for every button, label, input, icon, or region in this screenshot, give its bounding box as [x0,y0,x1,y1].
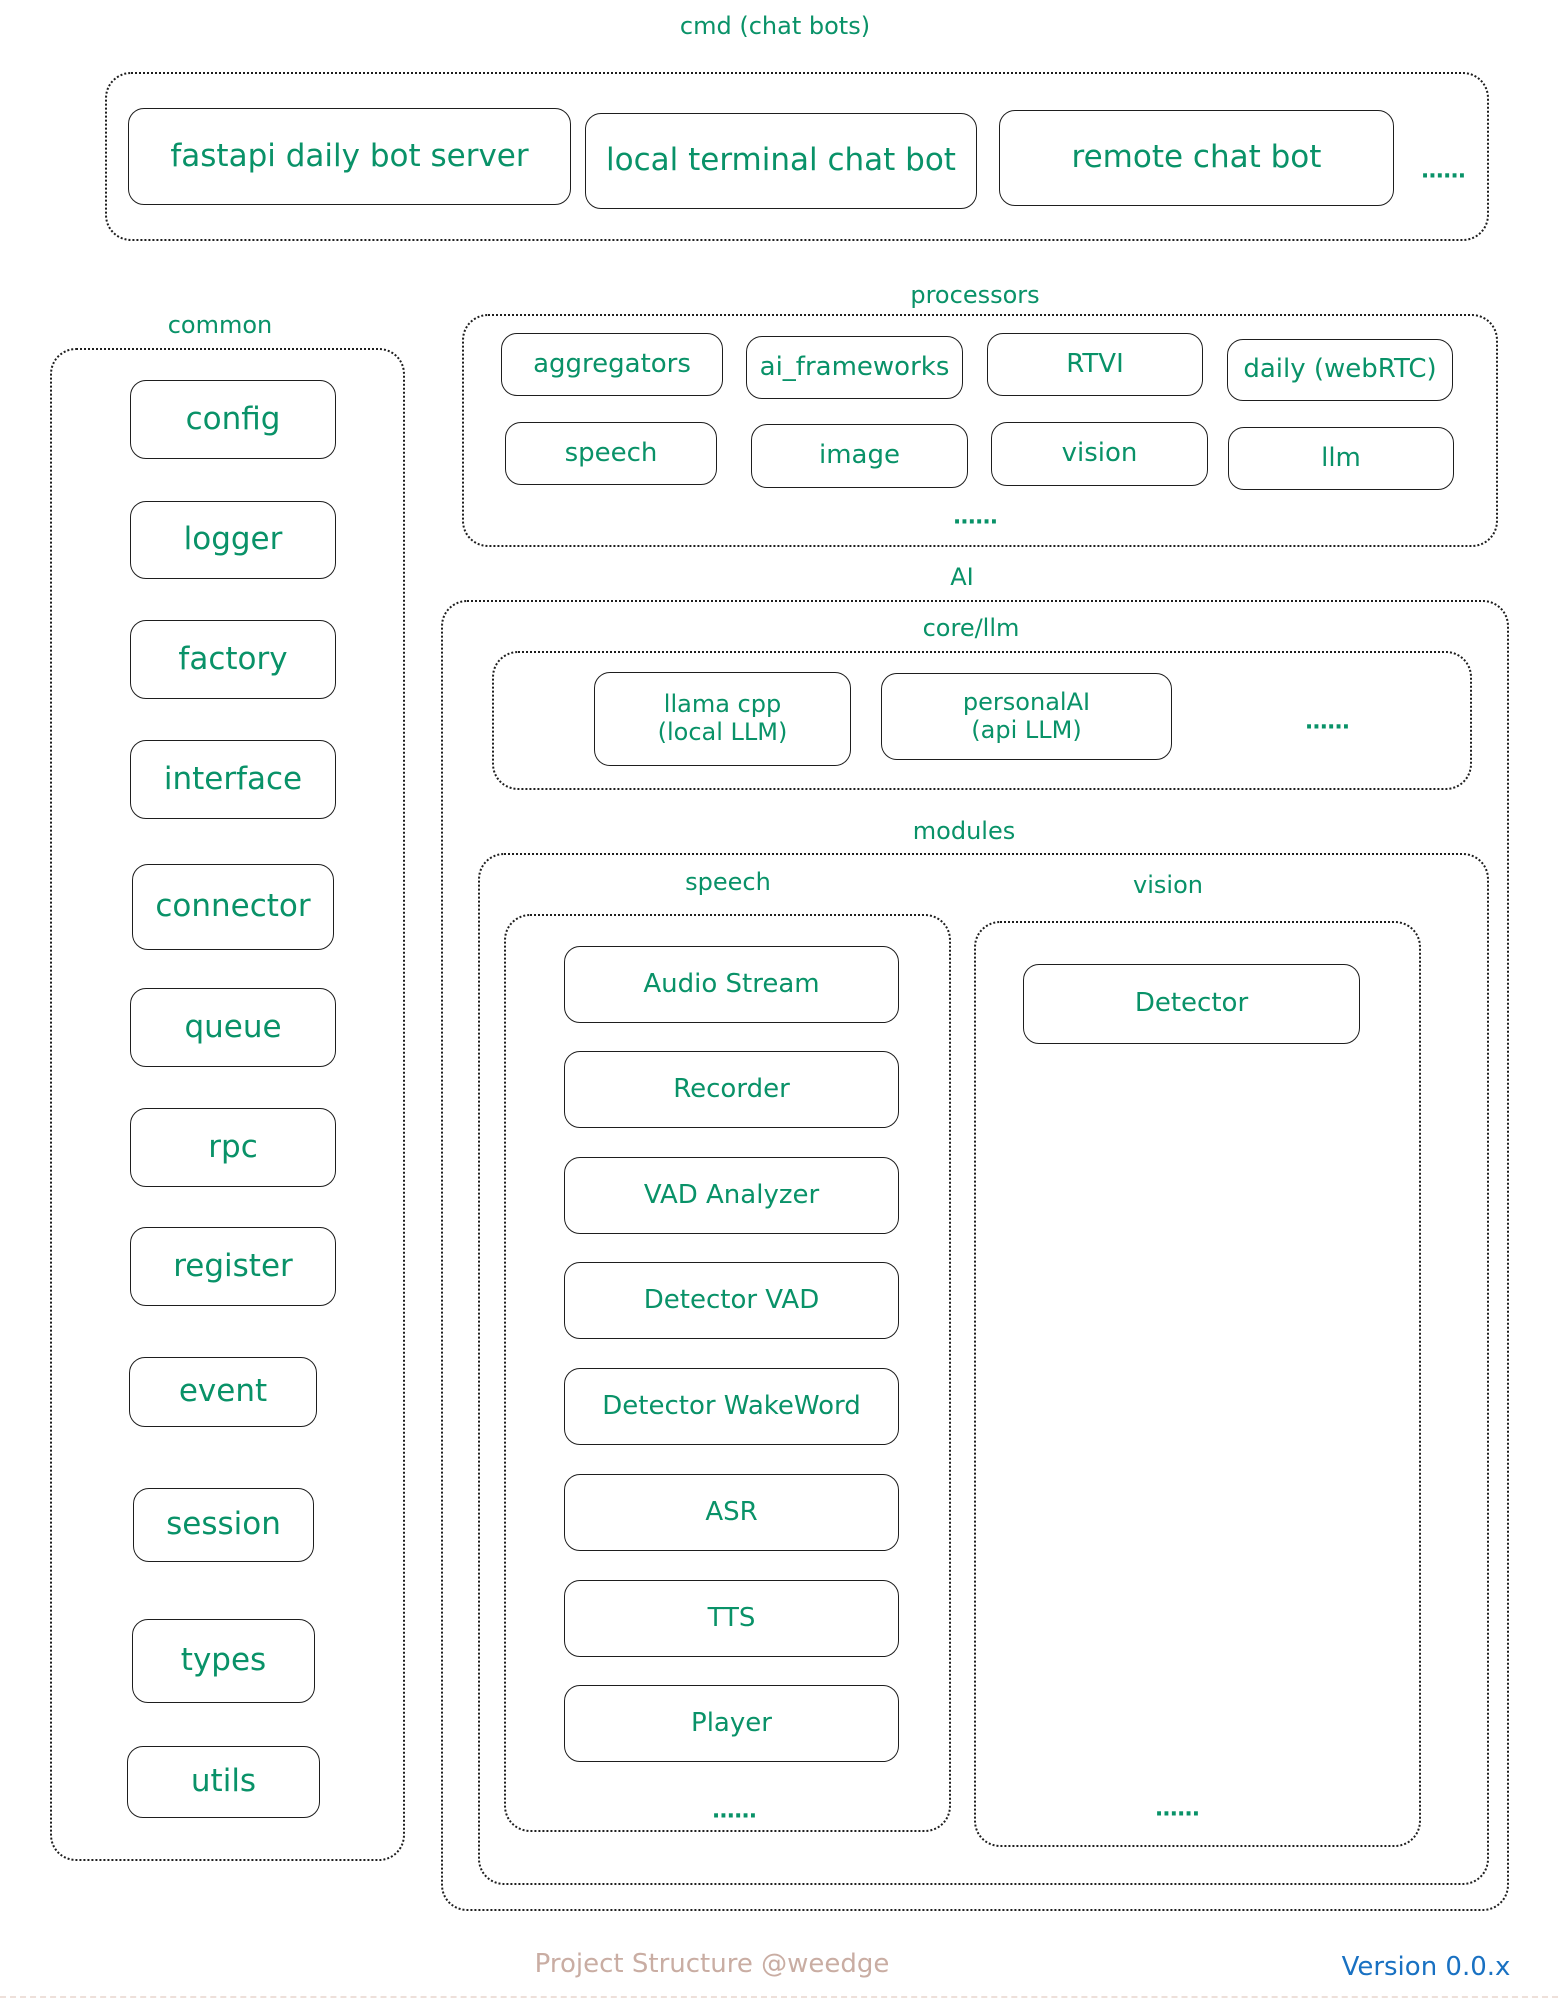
speech-module-item-player[interactable]: Player [564,1685,899,1762]
speech-module-item-detector-vad[interactable]: Detector VAD [564,1262,899,1339]
ai-section-title: AI [950,563,974,591]
footer-credit: Project Structure @weedge [534,1949,890,1979]
processor-item-daily-webrtc[interactable]: daily (webRTC) [1227,339,1453,401]
speech-module-item-audio-stream[interactable]: Audio Stream [564,946,899,1023]
cmd-more-ellipsis: ...... [1420,158,1466,184]
cmd-item-local-terminal-chat-bot[interactable]: local terminal chat bot [585,113,977,209]
common-item-register[interactable]: register [130,1227,336,1306]
core-llm-item-personalai[interactable]: personalAI (api LLM) [881,673,1172,760]
cmd-item-remote-chat-bot[interactable]: remote chat bot [999,110,1394,206]
speech-module-item-tts[interactable]: TTS [564,1580,899,1657]
speech-module-title: speech [685,868,771,896]
speech-module-more-ellipsis: ...... [711,1798,757,1824]
processors-section-title: processors [910,281,1040,309]
common-item-interface[interactable]: interface [130,740,336,819]
speech-module-item-detector-wakeword[interactable]: Detector WakeWord [564,1368,899,1445]
processor-item-image[interactable]: image [751,424,968,488]
core-llm-item-llama-cpp[interactable]: llama cpp (local LLM) [594,672,851,766]
core-llm-title: core/llm [922,614,1020,642]
cmd-item-fastapi-daily-bot-server[interactable]: fastapi daily bot server [128,108,571,205]
speech-module-item-recorder[interactable]: Recorder [564,1051,899,1128]
cmd-section-title: cmd (chat bots) [679,12,871,40]
modules-title: modules [912,817,1016,845]
speech-module-item-vad-analyzer[interactable]: VAD Analyzer [564,1157,899,1234]
footer-version: Version 0.0.x [1341,1952,1511,1982]
speech-module-item-asr[interactable]: ASR [564,1474,899,1551]
core-llm-more-ellipsis: ...... [1304,709,1350,735]
common-item-queue[interactable]: queue [130,988,336,1067]
processor-item-ai-frameworks[interactable]: ai_frameworks [746,336,963,399]
common-item-utils[interactable]: utils [127,1746,320,1818]
vision-module-container [974,921,1421,1847]
common-item-config[interactable]: config [130,380,336,459]
processor-item-llm[interactable]: llm [1228,427,1454,490]
common-item-factory[interactable]: factory [130,620,336,699]
processor-item-rtvi[interactable]: RTVI [987,333,1203,396]
vision-module-more-ellipsis: ...... [1154,1796,1200,1822]
common-item-types[interactable]: types [132,1619,315,1703]
vision-module-item-detector[interactable]: Detector [1023,964,1360,1044]
common-item-rpc[interactable]: rpc [130,1108,336,1187]
project-structure-diagram: cmd (chat bots) fastapi daily bot server… [0,0,1558,1999]
common-item-session[interactable]: session [133,1488,314,1562]
processor-item-speech[interactable]: speech [505,422,717,485]
footer-divider [0,1996,1558,1998]
processors-more-ellipsis: ...... [952,504,998,530]
common-item-logger[interactable]: logger [130,501,336,579]
vision-module-title: vision [1133,871,1203,899]
common-item-connector[interactable]: connector [132,864,334,950]
processor-item-aggregators[interactable]: aggregators [501,333,723,396]
common-section-title: common [167,311,273,339]
processor-item-vision[interactable]: vision [991,422,1208,486]
common-item-event[interactable]: event [129,1357,317,1427]
